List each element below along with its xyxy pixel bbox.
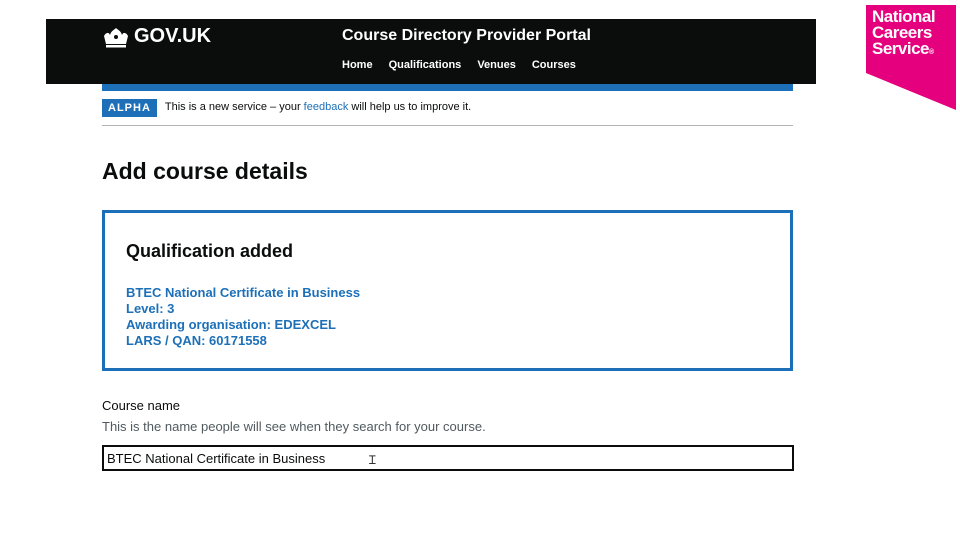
nav-courses[interactable]: Courses [532, 59, 576, 71]
header-underline [102, 84, 793, 91]
service-name[interactable]: Course Directory Provider Portal [342, 27, 591, 45]
qualification-level: Level: 3 [126, 301, 175, 316]
qualification-name: BTEC National Certificate in Business [126, 285, 361, 300]
qualification-panel: Qualification added BTEC National Certif… [102, 210, 793, 371]
govuk-header: GOV.UK Course Directory Provider Portal … [46, 19, 816, 84]
course-name-input[interactable] [102, 445, 794, 471]
registered-mark: ® [929, 49, 934, 56]
nav-home[interactable]: Home [342, 59, 373, 71]
govuk-logo[interactable]: GOV.UK [102, 25, 211, 48]
course-name-label: Course name [102, 398, 181, 413]
phase-banner-text: This is a new service – your feedback wi… [164, 101, 472, 113]
phase-banner: ALPHA This is a new service – your feedb… [102, 99, 793, 126]
nav-qualifications[interactable]: Qualifications [389, 59, 462, 71]
nav-venues[interactable]: Venues [477, 59, 516, 71]
crown-icon [104, 27, 128, 47]
main-nav: Home Qualifications Venues Courses [342, 59, 576, 71]
lars-qan: LARS / QAN: 60171558 [126, 333, 267, 348]
national-careers-service-logo: National Careers Service® [866, 5, 956, 110]
course-name-hint: This is the name people will see when th… [102, 419, 486, 434]
govuk-logo-text: GOV.UK [134, 25, 212, 47]
ncs-logo-line-3: Service [872, 39, 930, 58]
alpha-tag: ALPHA [102, 99, 157, 117]
qualification-panel-title: Qualification added [126, 241, 294, 261]
awarding-organisation: Awarding organisation: EDEXCEL [126, 317, 336, 332]
text-cursor-icon: Ɪ [369, 453, 376, 467]
feedback-link[interactable]: feedback [304, 101, 349, 113]
page-title: Add course details [102, 158, 308, 184]
